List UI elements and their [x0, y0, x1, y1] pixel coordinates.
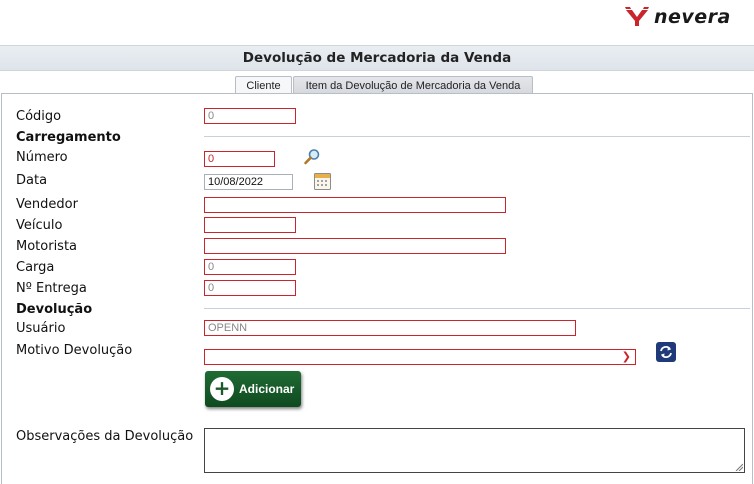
add-button-label: Adicionar: [239, 382, 295, 396]
motivo-label: Motivo Devolução: [16, 343, 133, 358]
brand-name: nevera: [654, 6, 731, 28]
veiculo-field[interactable]: [204, 217, 296, 233]
resize-grip-icon[interactable]: [735, 463, 743, 471]
usuario-field[interactable]: OPENN: [204, 320, 576, 336]
motivo-select[interactable]: ❯: [204, 349, 636, 365]
add-button[interactable]: + Adicionar: [205, 371, 301, 407]
chevron-down-icon: ❯: [621, 350, 631, 363]
motorista-field[interactable]: [204, 238, 506, 254]
observacoes-label: Observações da Devolução: [16, 429, 194, 444]
page-title: Devolução de Mercadoria da Venda: [0, 45, 754, 71]
tab-cliente[interactable]: Cliente: [235, 76, 292, 94]
numero-field[interactable]: 0: [204, 151, 275, 167]
data-field[interactable]: 10/08/2022: [204, 174, 293, 190]
observacoes-textarea[interactable]: [204, 428, 745, 473]
form-panel: [1, 93, 753, 484]
data-label: Data: [16, 173, 48, 188]
motorista-label: Motorista: [16, 239, 78, 254]
refresh-icon[interactable]: [656, 342, 676, 366]
n-entrega-field[interactable]: 0: [204, 280, 296, 296]
carga-field[interactable]: 0: [204, 259, 296, 275]
n-entrega-label: Nº Entrega: [16, 281, 87, 296]
veiculo-label: Veículo: [16, 218, 63, 233]
numero-label: Número: [16, 150, 68, 165]
codigo-label: Código: [16, 109, 62, 124]
vendedor-label: Vendedor: [16, 197, 78, 212]
usuario-label: Usuário: [16, 321, 66, 336]
tab-item-devolucao[interactable]: Item da Devolução de Mercadoria da Venda: [293, 76, 533, 94]
brand-logo: nevera: [624, 5, 731, 29]
codigo-field[interactable]: 0: [204, 108, 296, 124]
search-icon[interactable]: [303, 148, 321, 170]
section-divider: [204, 136, 750, 137]
plus-circle-icon: +: [210, 377, 234, 401]
nevera-logo-icon: [625, 7, 649, 26]
devolucao-heading: Devolução: [16, 302, 93, 317]
calendar-icon[interactable]: [314, 172, 331, 194]
carregamento-heading: Carregamento: [16, 130, 121, 145]
section-divider: [204, 308, 750, 309]
carga-label: Carga: [16, 260, 55, 275]
vendedor-field[interactable]: [204, 197, 506, 213]
